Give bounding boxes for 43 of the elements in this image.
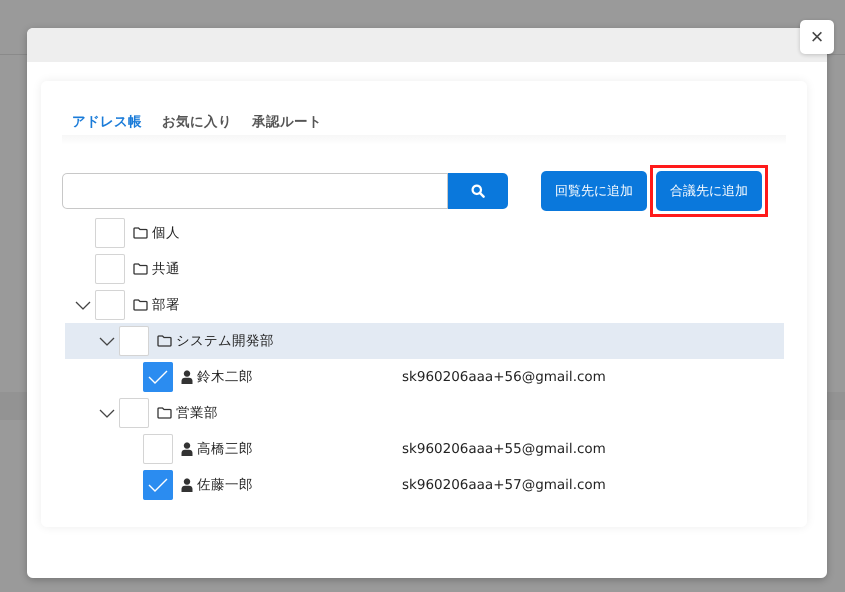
folder-icon	[133, 227, 148, 239]
tree-row[interactable]: 個人	[65, 215, 784, 251]
checkbox[interactable]	[143, 362, 173, 392]
tree-row[interactable]: システム開発部	[65, 323, 784, 359]
tree-item-label: 鈴木二郎	[197, 368, 253, 386]
tree-item-label: 部署	[152, 296, 180, 314]
tab[interactable]: アドレス帳	[72, 111, 142, 133]
add-button[interactable]: 合議先に追加	[656, 171, 762, 211]
tab[interactable]: お気に入り	[162, 111, 232, 133]
email-text: sk960206aaa+56@gmail.com	[402, 369, 606, 385]
tree-row[interactable]: 部署	[65, 287, 784, 323]
checkmark-icon	[147, 369, 169, 385]
tree-row[interactable]: 鈴木二郎 sk960206aaa+56@gmail.com	[65, 359, 784, 395]
folder-icon	[133, 263, 148, 275]
tree-item-label: 共通	[152, 260, 180, 278]
add-button[interactable]: 回覧先に追加	[541, 171, 647, 211]
chevron-icon[interactable]	[99, 408, 115, 418]
email-text: sk960206aaa+57@gmail.com	[402, 477, 606, 493]
checkbox[interactable]	[143, 470, 173, 500]
email-text: sk960206aaa+55@gmail.com	[402, 441, 606, 457]
person-icon	[181, 478, 193, 492]
search-button[interactable]	[448, 173, 508, 209]
search-field[interactable]	[62, 173, 448, 209]
tree-row[interactable]: 高橋三郎 sk960206aaa+55@gmail.com	[65, 431, 784, 467]
folder-icon	[157, 407, 172, 419]
tree-row[interactable]: 佐藤一郎 sk960206aaa+57@gmail.com	[65, 467, 784, 503]
tree-item-label: 高橋三郎	[197, 440, 253, 458]
tree-row[interactable]: 営業部	[65, 395, 784, 431]
close-button[interactable]: ×	[800, 20, 834, 54]
tree-item-label: 佐藤一郎	[197, 476, 253, 494]
search-icon	[471, 184, 485, 198]
tree-item-label: システム開発部	[176, 332, 274, 350]
tab[interactable]: 承認ルート	[252, 111, 322, 133]
tree-item-label: 個人	[152, 224, 180, 242]
checkmark-icon	[147, 477, 169, 493]
person-icon	[181, 370, 193, 384]
chevron-icon[interactable]	[99, 336, 115, 346]
chevron-icon[interactable]	[75, 300, 91, 310]
folder-icon	[157, 335, 172, 347]
tree-item-label: 営業部	[176, 404, 218, 422]
folder-icon	[133, 299, 148, 311]
person-icon	[181, 442, 193, 456]
tree-row[interactable]: 共通	[65, 251, 784, 287]
